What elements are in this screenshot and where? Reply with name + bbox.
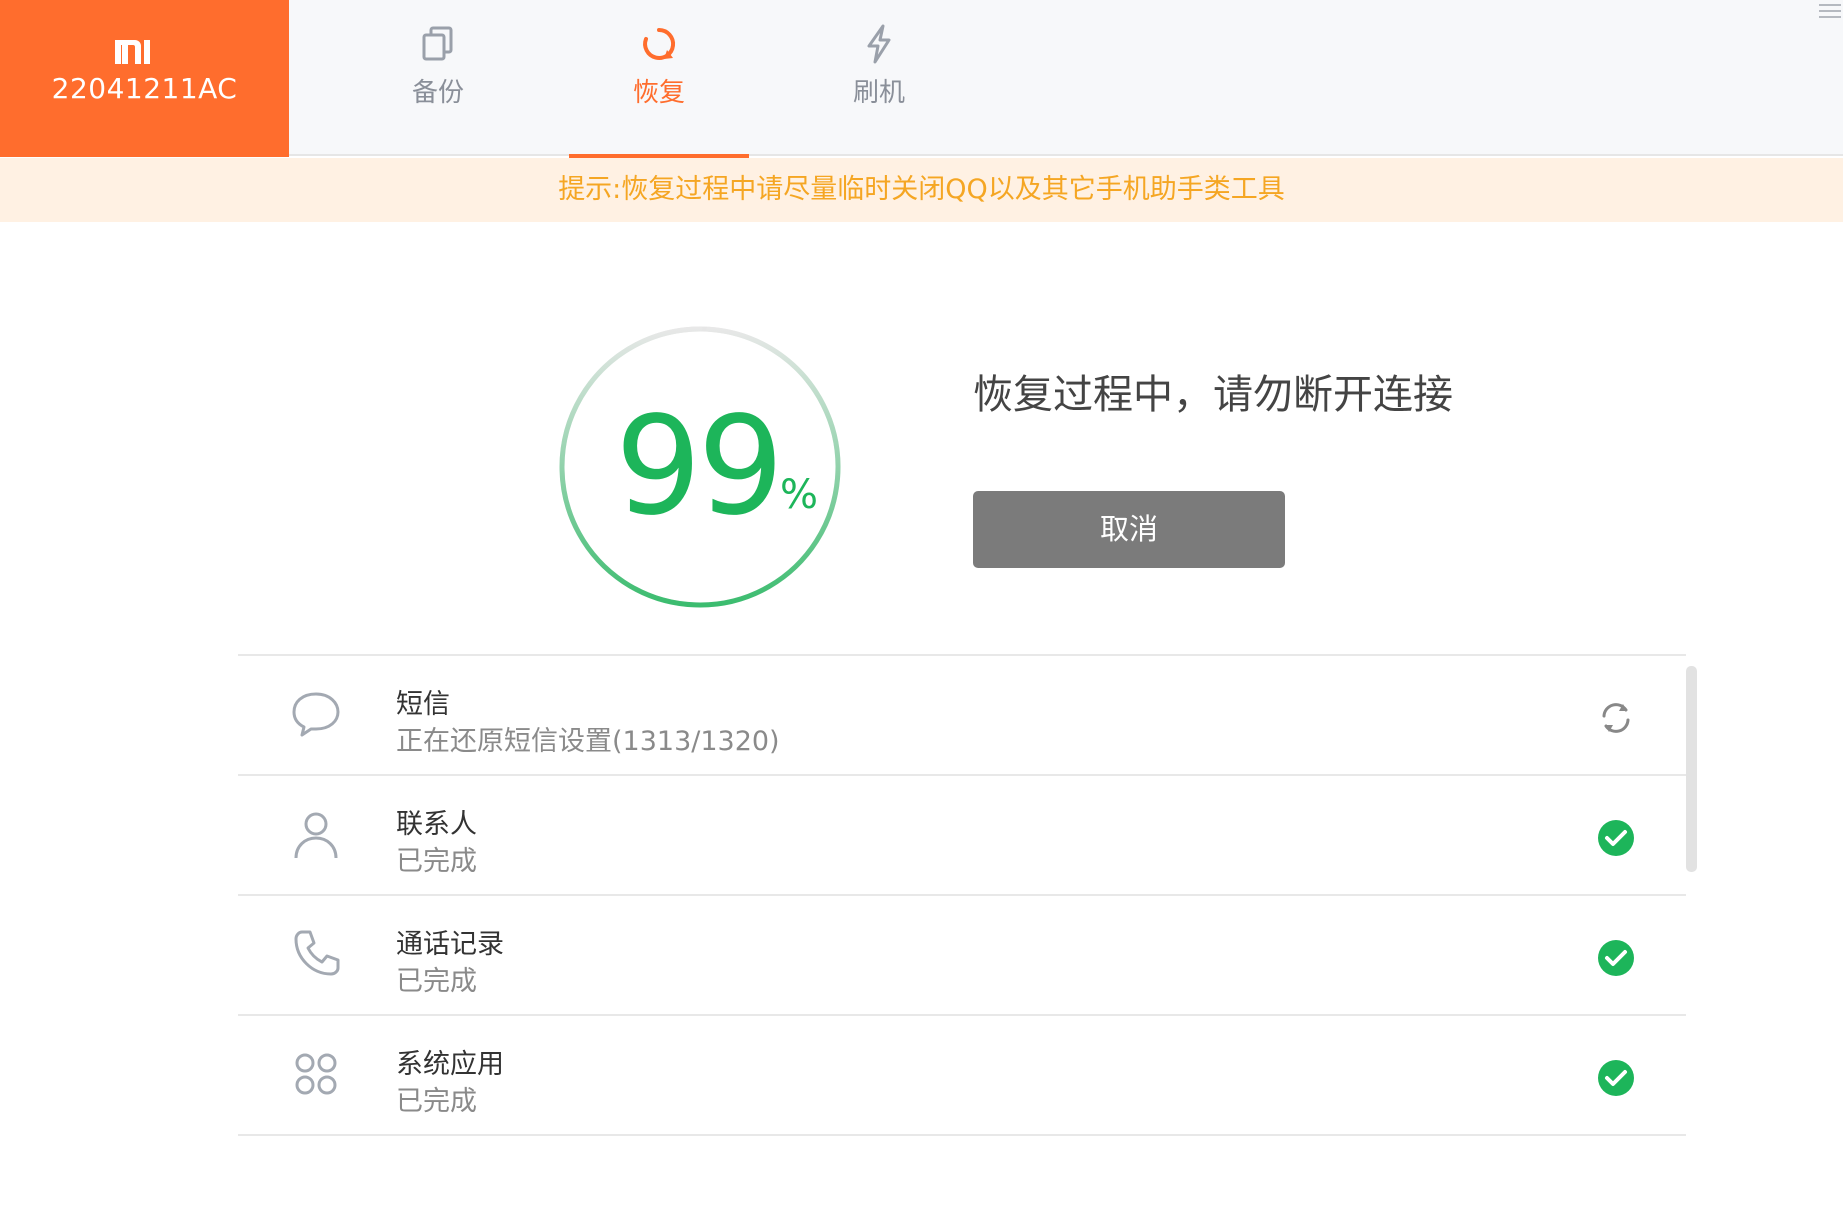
apps-icon [295,1053,337,1095]
list-scrollbar[interactable] [1686,666,1697,872]
menu-icon[interactable] [1813,0,1843,22]
phone-icon [294,930,340,976]
tab-flash-label: 刷机 [852,78,905,108]
message-icon [292,692,340,737]
list-item-contacts: 联系人 已完成 [238,776,1686,896]
top-bar: 22041211AC 备份 恢复 刷机 [0,0,1843,158]
device-panel: 22041211AC [0,0,289,157]
tab-backup-label: 备份 [411,78,464,108]
tab-backup[interactable]: 备份 [348,0,528,156]
copy-icon [422,26,453,61]
list-item-system-apps: 系统应用 已完成 [238,1016,1686,1136]
person-icon [294,812,338,859]
check-icon [1598,940,1634,976]
tab-restore-label: 恢复 [632,78,685,108]
notice-bar: 提示:恢复过程中请尽量临时关闭QQ以及其它手机助手类工具 [0,158,1843,222]
check-icon [1598,1060,1634,1096]
tab-restore[interactable]: 恢复 [569,0,749,158]
check-icon [1598,820,1634,856]
item-status: 已完成 [396,846,477,877]
lightning-icon [867,24,891,64]
status-title: 恢复过程中，请勿断开连接 [973,372,1453,418]
item-title: 联系人 [396,809,477,840]
tab-flash[interactable]: 刷机 [789,0,969,156]
item-status: 正在还原短信设置(1313/1320) [396,726,780,757]
device-model: 22041211AC [51,72,238,105]
item-title: 通话记录 [396,929,504,960]
item-title: 短信 [396,689,450,720]
restore-item-list: 短信 正在还原短信设置(1313/1320) 联系人 已完成 通话记录 已完成 [238,654,1686,1136]
restore-icon [643,27,676,60]
progress-value: 99 [615,388,784,546]
syncing-icon [1602,703,1630,733]
mi-logo [115,40,150,64]
list-item-call-log: 通话记录 已完成 [238,896,1686,1016]
item-status: 已完成 [396,966,477,997]
list-item-sms: 短信 正在还原短信设置(1313/1320) [238,656,1686,776]
item-status: 已完成 [396,1086,477,1117]
cancel-button[interactable]: 取消 [973,491,1285,568]
progress-unit: % [780,472,819,518]
item-title: 系统应用 [396,1049,504,1080]
